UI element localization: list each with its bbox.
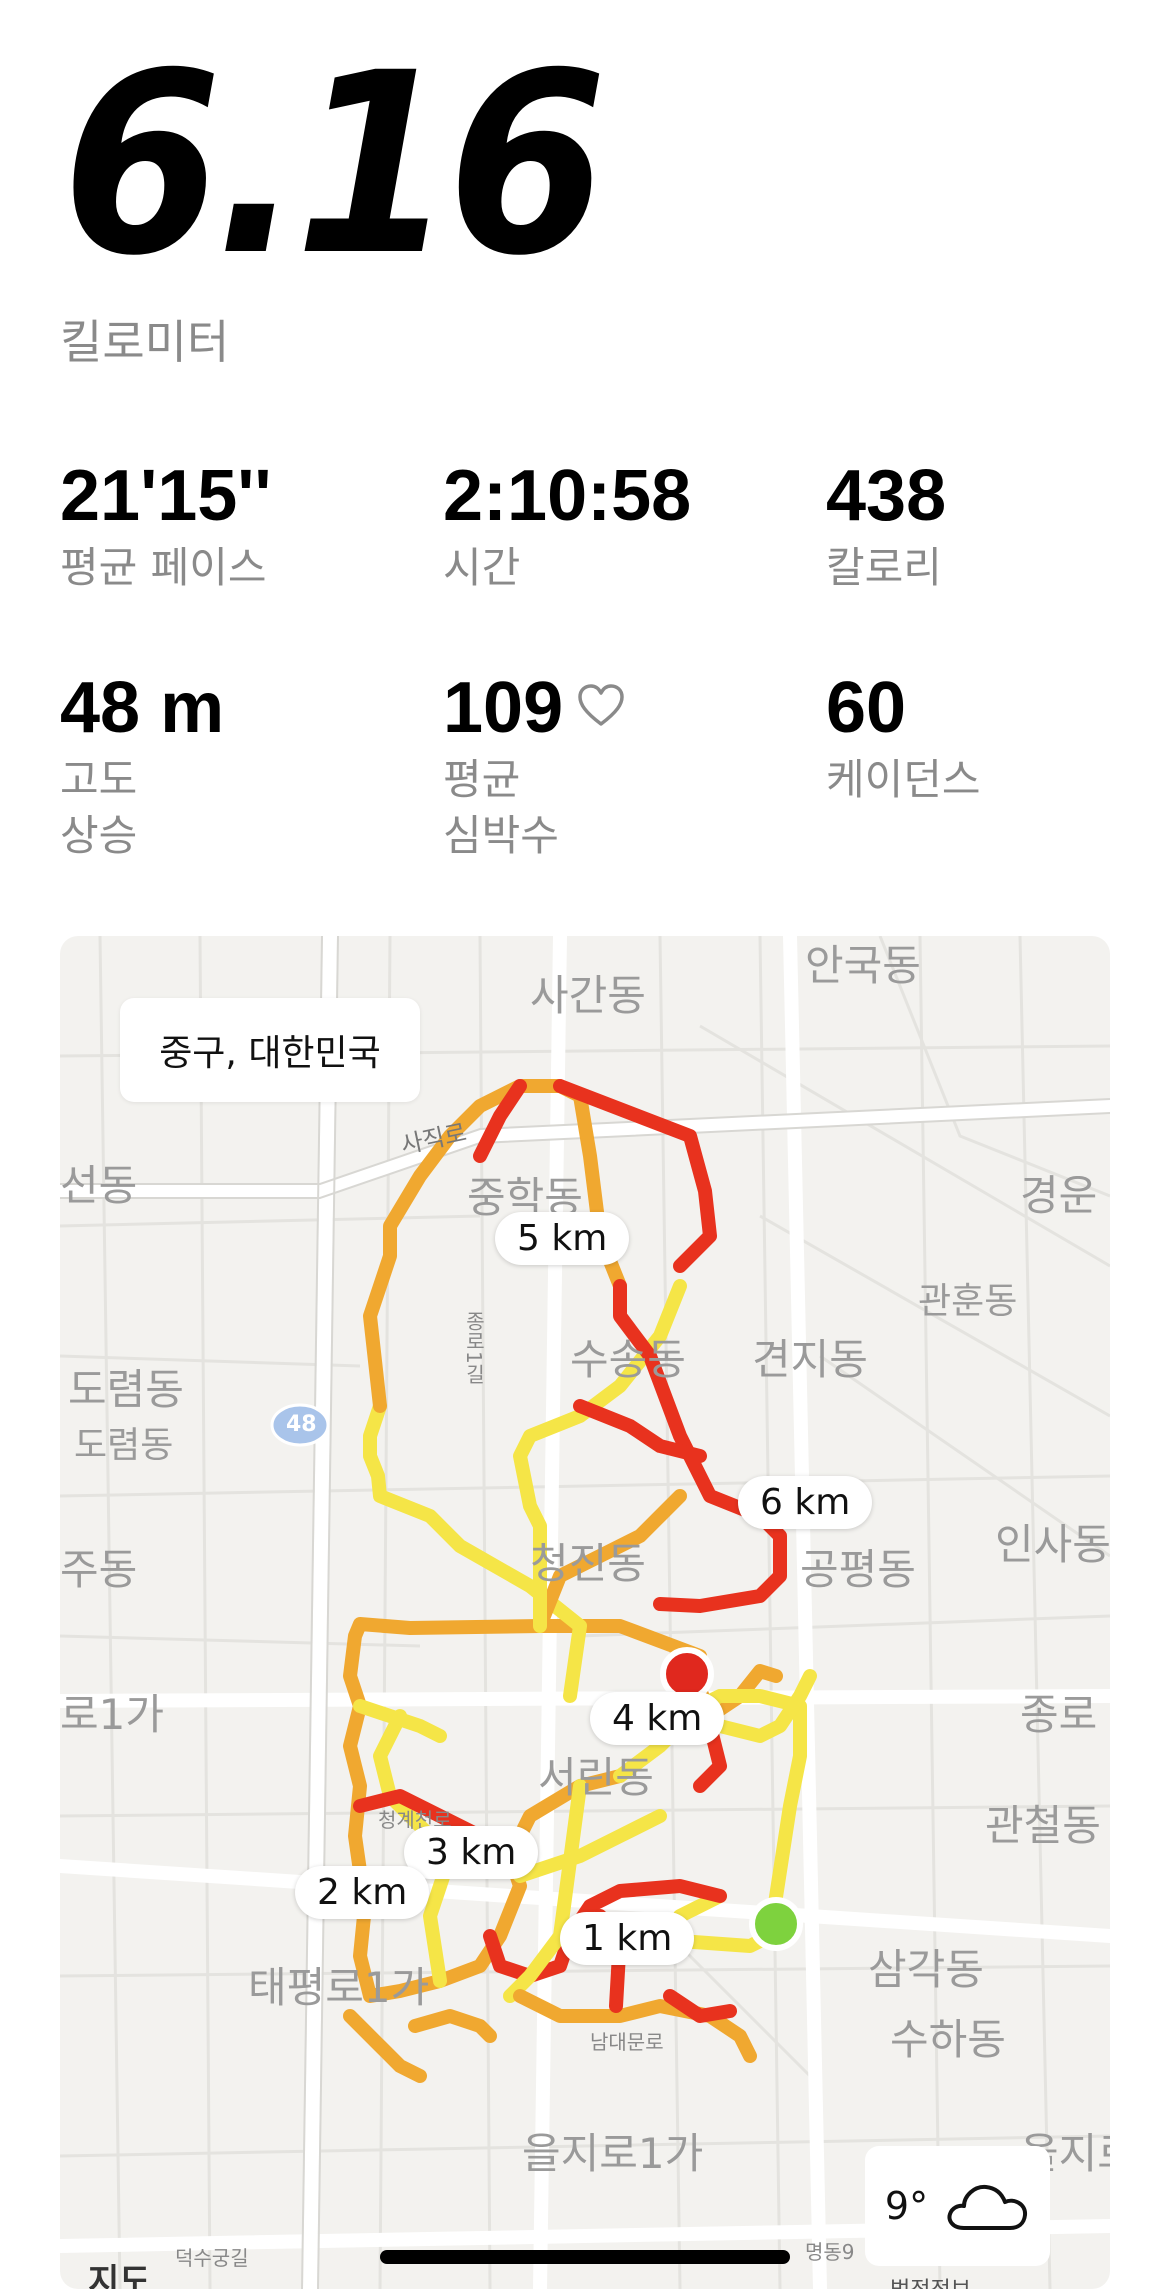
- place-label: 사간동: [530, 971, 646, 1020]
- pace-value: 21'15'': [60, 456, 272, 536]
- place-label: 공평동: [800, 1545, 916, 1594]
- heart-icon: [578, 684, 624, 726]
- calories-value: 438: [826, 456, 947, 536]
- elevation-value: 48 m: [60, 668, 225, 748]
- elevation-label-line2: 상승: [60, 811, 138, 860]
- cloud-icon: [947, 2184, 1028, 2230]
- km-marker-6: 6 km: [738, 1476, 873, 1529]
- map-legal-link[interactable]: 법정정보: [890, 2272, 971, 2289]
- location-label: 중구, 대한민국: [120, 998, 420, 1102]
- place-label: 주동: [60, 1545, 138, 1594]
- stat-pace: 21'15'' 평균 페이스: [60, 460, 360, 596]
- heart-rate-label-line2: 심박수: [443, 811, 559, 860]
- stat-time: 2:10:58 시간: [443, 460, 743, 596]
- distance-unit-label: 킬로미터: [60, 315, 230, 369]
- stat-elevation: 48 m 고도 상승: [60, 672, 360, 864]
- place-label: 수하동: [890, 2015, 1006, 2064]
- calories-label: 칼로리: [826, 543, 942, 592]
- elevation-label-line1: 고도: [60, 755, 138, 804]
- place-label: 청진동: [530, 1539, 646, 1588]
- place-label: 도렴동: [68, 1365, 184, 1414]
- place-label: 견지동: [752, 1335, 868, 1384]
- place-label: 안국동: [805, 941, 921, 990]
- place-label: 관훈동: [918, 1281, 1018, 1322]
- heart-rate-label: 평균 심박수: [443, 752, 743, 864]
- road-label: 명동9: [805, 2240, 855, 2264]
- place-label: 관철동: [985, 1801, 1101, 1850]
- road-48-label: 48: [286, 1412, 317, 1437]
- elevation-label: 고도 상승: [60, 752, 360, 864]
- stat-heart-rate: 109 평균 심박수: [443, 672, 743, 864]
- maps-brand-logo: 지도: [88, 2262, 151, 2289]
- place-label: 종로: [1020, 1690, 1098, 1739]
- km-marker-1: 1 km: [560, 1912, 695, 1965]
- km-marker-3: 3 km: [404, 1826, 539, 1879]
- place-label: 삼각동: [868, 1945, 984, 1994]
- start-marker: [749, 1897, 803, 1951]
- weather-badge: 9°: [865, 2146, 1050, 2266]
- weather-temp: 9°: [884, 2184, 929, 2228]
- place-label: 수송동: [570, 1335, 686, 1384]
- pace-label: 평균 페이스: [60, 543, 267, 592]
- heart-rate-value: 109: [443, 668, 564, 748]
- route-map[interactable]: 사간동 안국동 사직로 선동 중학동 경운 관훈동 종로1길 도렴동 도렴동 4…: [60, 936, 1110, 2289]
- km-marker-4: 4 km: [590, 1692, 725, 1745]
- place-label: 도렴동: [74, 1425, 174, 1466]
- place-label: 태평로1가: [248, 1963, 430, 2012]
- distance-value: 6.16: [62, 19, 607, 310]
- stat-calories: 438 칼로리: [826, 460, 1126, 596]
- place-label: 인사동: [995, 1520, 1110, 1569]
- heart-rate-row: 109: [443, 672, 743, 744]
- place-label: 선동: [60, 1161, 138, 1210]
- map-base: [60, 936, 1110, 2289]
- km-marker-5: 5 km: [495, 1212, 630, 1265]
- road-label: 종로1길: [462, 1311, 486, 1384]
- place-label: 경운: [1020, 1171, 1098, 1220]
- place-label: 서린동: [538, 1753, 654, 1802]
- time-value: 2:10:58: [443, 456, 692, 536]
- road-label: 남대문로: [590, 2030, 664, 2054]
- end-marker: [660, 1647, 714, 1701]
- place-label: 을지로1가: [522, 2129, 704, 2178]
- road-label: 덕수궁길: [175, 2246, 249, 2270]
- time-label: 시간: [443, 543, 521, 592]
- heart-rate-label-line1: 평균: [443, 755, 521, 804]
- cadence-label: 케이던스: [826, 755, 981, 804]
- place-label: 로1가: [60, 1690, 165, 1739]
- km-marker-2: 2 km: [295, 1866, 430, 1919]
- home-indicator[interactable]: [380, 2250, 790, 2264]
- cadence-value: 60: [826, 668, 907, 748]
- stat-cadence: 60 케이던스: [826, 672, 1126, 808]
